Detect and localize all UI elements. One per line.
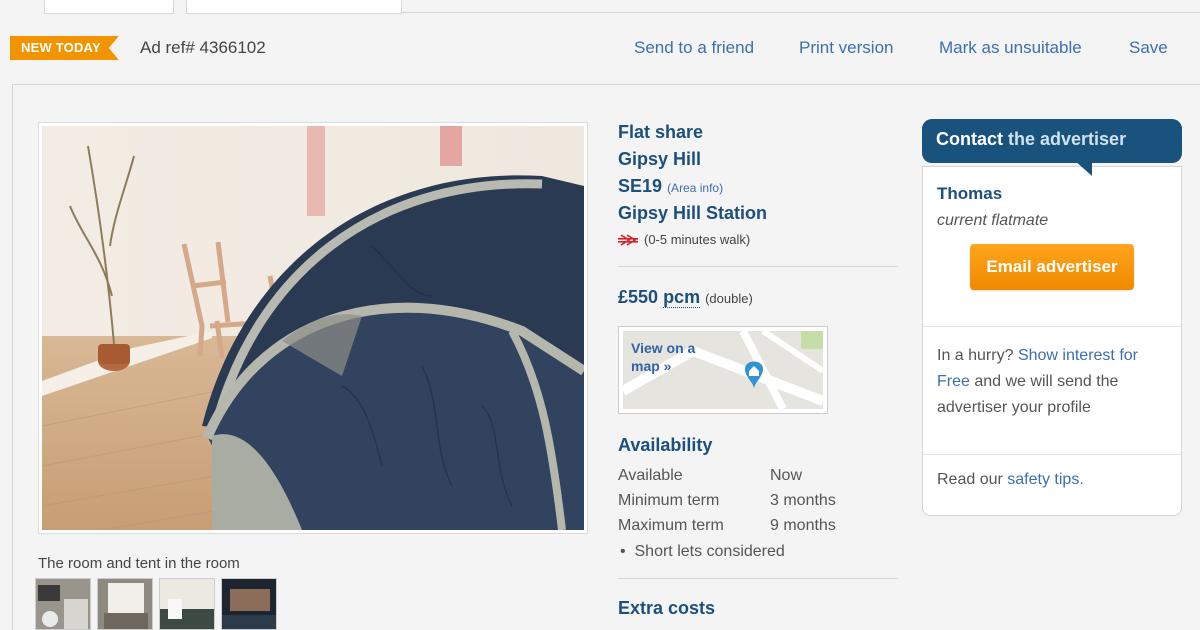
availability-value: Now: [770, 467, 803, 484]
divider: [618, 578, 898, 579]
availability-key: Minimum term: [618, 492, 720, 509]
listing-type: Flat share: [618, 122, 704, 142]
send-to-friend-link[interactable]: Send to a friend: [634, 38, 754, 58]
new-today-badge: NEW TODAY: [10, 36, 119, 60]
short-lets-note: • Short lets considered: [620, 543, 785, 561]
price-row: £550 pcm (double): [618, 287, 753, 308]
price-unit: pcm: [663, 287, 701, 308]
panel-left-border: [12, 84, 13, 630]
contact-heading-strong: Contact: [936, 129, 1003, 149]
ad-toolbar: NEW TODAY Ad ref# 4366102 Send to a frie…: [0, 30, 1200, 66]
room-type: (double): [705, 291, 753, 306]
thumbnail-1[interactable]: [35, 578, 91, 630]
walk-time-row: (0-5 minutes walk): [618, 232, 750, 247]
email-advertiser-button[interactable]: Email advertiser: [970, 244, 1134, 290]
rail-icon: [618, 233, 638, 246]
print-version-link[interactable]: Print version: [799, 38, 893, 58]
mark-unsuitable-link[interactable]: Mark as unsuitable: [939, 38, 1082, 58]
thumbnail-4[interactable]: [221, 578, 277, 630]
ad-reference: Ad ref# 4366102: [140, 38, 266, 57]
safety-tips-link[interactable]: safety tips.: [1007, 471, 1083, 488]
thumbnail-3[interactable]: [159, 578, 215, 630]
availability-row-available: Available Now: [618, 467, 802, 485]
view-on-map-label[interactable]: View on a map »: [631, 339, 711, 375]
listing-area: Gipsy Hill: [618, 149, 702, 169]
short-lets-text: Short lets considered: [634, 543, 785, 560]
availability-key: Maximum term: [618, 517, 724, 534]
availability-row-max-term: Maximum term 9 months: [618, 517, 836, 535]
divider: [923, 326, 1181, 327]
panel-top-border: [12, 84, 1200, 85]
price-amount: £550: [618, 287, 659, 307]
thumbnail-strip: [35, 578, 277, 630]
advertiser-name: Thomas: [937, 184, 1003, 203]
safety-prefix: Read our: [937, 471, 1003, 488]
availability-value: 3 months: [770, 492, 836, 509]
walk-time: (0-5 minutes walk): [644, 232, 751, 247]
contact-heading-rest: the advertiser: [1008, 129, 1127, 149]
safety-tips-text: Read our safety tips.: [937, 471, 1084, 489]
show-interest-text: In a hurry? Show interest for Free and w…: [937, 343, 1173, 421]
divider: [923, 454, 1181, 455]
availability-value: 9 months: [770, 517, 836, 534]
listing-station: Gipsy Hill Station: [618, 203, 768, 223]
tab-1[interactable]: [44, 0, 174, 14]
contact-header: Contact the advertiser: [922, 119, 1182, 163]
area-info-link[interactable]: (Area info): [667, 181, 723, 195]
thumbnail-2[interactable]: [97, 578, 153, 630]
listing-postcode: SE19: [618, 176, 663, 196]
bullet-icon: •: [620, 543, 635, 560]
availability-heading: Availability: [618, 435, 713, 455]
top-tabs: [0, 0, 1200, 14]
availability-row-min-term: Minimum term 3 months: [618, 492, 836, 510]
photo-caption: The room and tent in the room: [38, 555, 240, 572]
extra-costs-heading: Extra costs: [618, 598, 716, 618]
divider: [618, 266, 898, 267]
save-link[interactable]: Save: [1129, 38, 1168, 58]
view-map-thumbnail[interactable]: View on a map »: [618, 326, 828, 414]
room-tent-image: [42, 126, 584, 530]
listing-postcode-row: SE19 (Area info): [618, 176, 723, 197]
main-photo[interactable]: [38, 122, 588, 534]
tab-divider: [402, 12, 1200, 13]
advertiser-role: current flatmate: [937, 212, 1049, 229]
tab-2[interactable]: [186, 0, 402, 14]
availability-key: Available: [618, 467, 683, 484]
speech-bubble-tail: [1074, 160, 1092, 176]
hurry-prefix: In a hurry?: [937, 347, 1014, 364]
